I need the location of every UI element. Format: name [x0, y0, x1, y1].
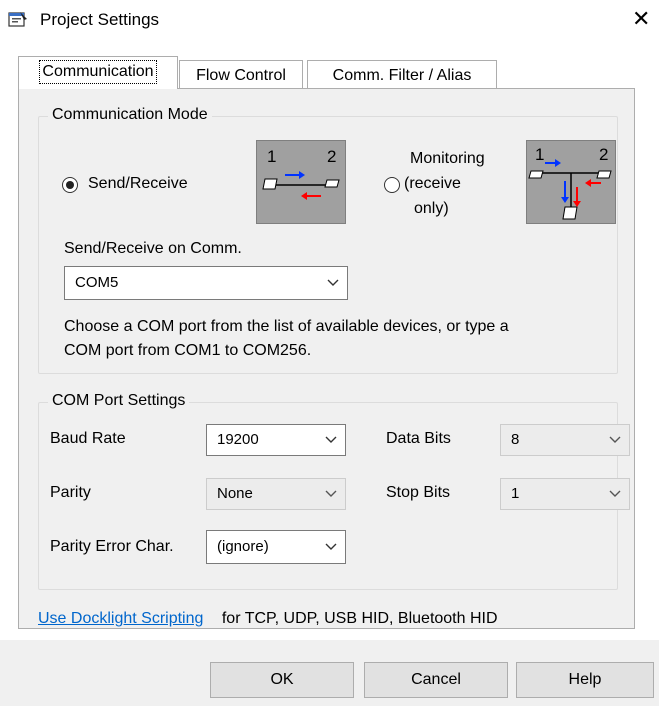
comm-port-select[interactable]: COM5 [64, 266, 348, 300]
comm-help-text-line1: Choose a COM port from the list of avail… [64, 318, 509, 335]
send-receive-diagram-icon: 1 2 [256, 140, 346, 224]
tab-comm-filter-label: Comm. Filter / Alias [332, 67, 472, 84]
title-bar: Project Settings ✕ [0, 0, 659, 42]
send-receive-radio[interactable]: Send/Receive [62, 175, 222, 195]
monitoring-diagram-icon: 1 2 [526, 140, 616, 224]
comm-port-value: COM5 [75, 274, 119, 291]
com-port-settings-legend: COM Port Settings [48, 392, 190, 410]
tab-communication[interactable]: Communication [18, 56, 178, 89]
tab-comm-filter-alias[interactable]: Comm. Filter / Alias [307, 60, 497, 90]
send-receive-label: Send/Receive [88, 175, 188, 192]
chevron-down-icon [327, 279, 339, 286]
stop-bits-value: 1 [511, 485, 520, 502]
radio-selected-dot [66, 181, 74, 189]
chevron-down-icon [325, 436, 337, 443]
stop-bits-select[interactable]: 1 [500, 478, 630, 510]
monitoring-radio[interactable]: Monitoring (receive only) [384, 148, 514, 218]
send-receive-radio-button[interactable] [62, 177, 78, 193]
monitoring-label-line3: only) [414, 200, 449, 217]
chevron-down-icon [325, 490, 337, 497]
docklight-scripting-row: Use Docklight Scripting for TCP, UDP, US… [38, 610, 498, 628]
chevron-down-icon [325, 543, 337, 550]
project-settings-icon [8, 12, 27, 27]
tab-flow-control[interactable]: Flow Control [179, 60, 303, 90]
ok-button[interactable]: OK [210, 662, 354, 698]
parity-select[interactable]: None [206, 478, 346, 510]
data-bits-select[interactable]: 8 [500, 424, 630, 456]
comm-port-label: Send/Receive on Comm. [64, 240, 242, 257]
parity-label: Parity [50, 484, 91, 501]
window-title: Project Settings [40, 10, 160, 29]
close-icon[interactable]: ✕ [632, 8, 650, 30]
stop-bits-label: Stop Bits [386, 484, 451, 501]
chevron-down-icon [609, 436, 621, 443]
monitoring-label-line2: (receive [404, 175, 461, 192]
parity-error-char-select[interactable]: (ignore) [206, 530, 346, 564]
baud-rate-value: 19200 [217, 431, 259, 448]
parity-value: None [217, 485, 253, 502]
comm-help-text-line2: COM port from COM1 to COM256. [64, 342, 312, 359]
tab-communication-label: Communication [39, 60, 157, 84]
monitoring-radio-button[interactable] [384, 177, 400, 193]
monitoring-label-line1: Monitoring [410, 150, 485, 167]
send-receive-arrows-icon [262, 171, 340, 200]
baud-rate-label: Baud Rate [50, 430, 126, 447]
data-bits-label: Data Bits [386, 430, 451, 447]
cancel-button[interactable]: Cancel [364, 662, 508, 698]
chevron-down-icon [609, 490, 621, 497]
docklight-scripting-link[interactable]: Use Docklight Scripting [38, 610, 203, 627]
help-button[interactable]: Help [516, 662, 654, 698]
baud-rate-select[interactable]: 19200 [206, 424, 346, 456]
parity-error-char-label: Parity Error Char. [50, 538, 174, 555]
tab-flow-control-label: Flow Control [196, 67, 286, 84]
data-bits-value: 8 [511, 431, 520, 448]
parity-error-char-value: (ignore) [217, 538, 269, 555]
communication-mode-legend: Communication Mode [48, 106, 212, 124]
docklight-scripting-suffix: for TCP, UDP, USB HID, Bluetooth HID [221, 610, 498, 627]
monitoring-arrows-icon [528, 159, 612, 220]
